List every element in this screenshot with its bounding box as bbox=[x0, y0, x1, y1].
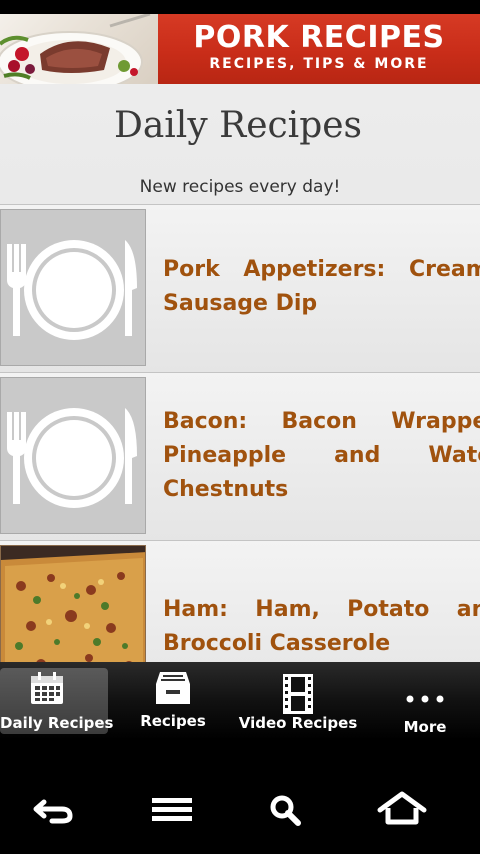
tab-recipes-label: Recipes bbox=[140, 712, 206, 730]
banner-subtitle: RECIPES, TIPS & MORE bbox=[209, 56, 429, 72]
banner-title: PORK RECIPES bbox=[193, 20, 445, 55]
recipe-list-item[interactable]: Bacon: Bacon Wrapped Pineapple and Water… bbox=[0, 372, 480, 540]
plate-icon bbox=[0, 209, 146, 366]
page-title: Daily Recipes bbox=[113, 105, 363, 146]
search-icon bbox=[270, 795, 301, 826]
status-bar bbox=[0, 0, 480, 14]
banner-brand-block: PORK RECIPES RECIPES, TIPS & MORE bbox=[158, 14, 480, 84]
home-icon bbox=[377, 791, 427, 825]
search-button[interactable] bbox=[256, 790, 316, 830]
recipe-list-item[interactable]: Ham: Ham, Potato and Broccoli Casserole bbox=[0, 540, 480, 662]
plate-icon bbox=[0, 377, 146, 534]
calendar-icon bbox=[31, 672, 63, 704]
tab-more-label: More bbox=[403, 718, 447, 736]
page-tagline: New recipes every day! bbox=[139, 177, 341, 197]
menu-button[interactable] bbox=[142, 790, 202, 830]
app-banner: PORK RECIPES RECIPES, TIPS & MORE bbox=[0, 14, 480, 84]
more-dots-icon bbox=[406, 695, 444, 703]
tab-recipes[interactable]: Recipes bbox=[124, 668, 222, 734]
recipe-title: Ham: Ham, Potato and Broccoli Casserole bbox=[163, 597, 480, 656]
tab-daily-recipes[interactable]: Daily Recipes bbox=[0, 668, 114, 734]
home-button[interactable] bbox=[372, 790, 432, 830]
tab-more[interactable]: More bbox=[380, 668, 470, 736]
recipe-list-item[interactable]: Pork Appetizers: Creamy Sausage Dip bbox=[0, 204, 480, 372]
back-button[interactable] bbox=[26, 790, 86, 830]
archive-box-icon bbox=[156, 672, 190, 704]
back-icon bbox=[33, 799, 73, 824]
tab-daily-recipes-label: Daily Recipes bbox=[0, 714, 114, 732]
recipe-title: Pork Appetizers: Creamy Sausage Dip bbox=[163, 257, 480, 316]
film-icon bbox=[283, 674, 313, 714]
tab-video-recipes-label: Video Recipes bbox=[238, 714, 358, 732]
tab-video-recipes[interactable]: Video Recipes bbox=[238, 668, 358, 734]
bottom-tab-bar: Daily Recipes Recipes Video Recipes More bbox=[0, 662, 480, 740]
recipe-title: Bacon: Bacon Wrapped Pineapple and Water… bbox=[163, 409, 480, 502]
banner-food-photo bbox=[0, 14, 158, 84]
system-navigation-bar bbox=[0, 740, 480, 854]
main-content: Daily Recipes New recipes every day! Por… bbox=[0, 84, 480, 662]
casserole-photo bbox=[0, 545, 146, 662]
menu-icon bbox=[152, 798, 192, 821]
